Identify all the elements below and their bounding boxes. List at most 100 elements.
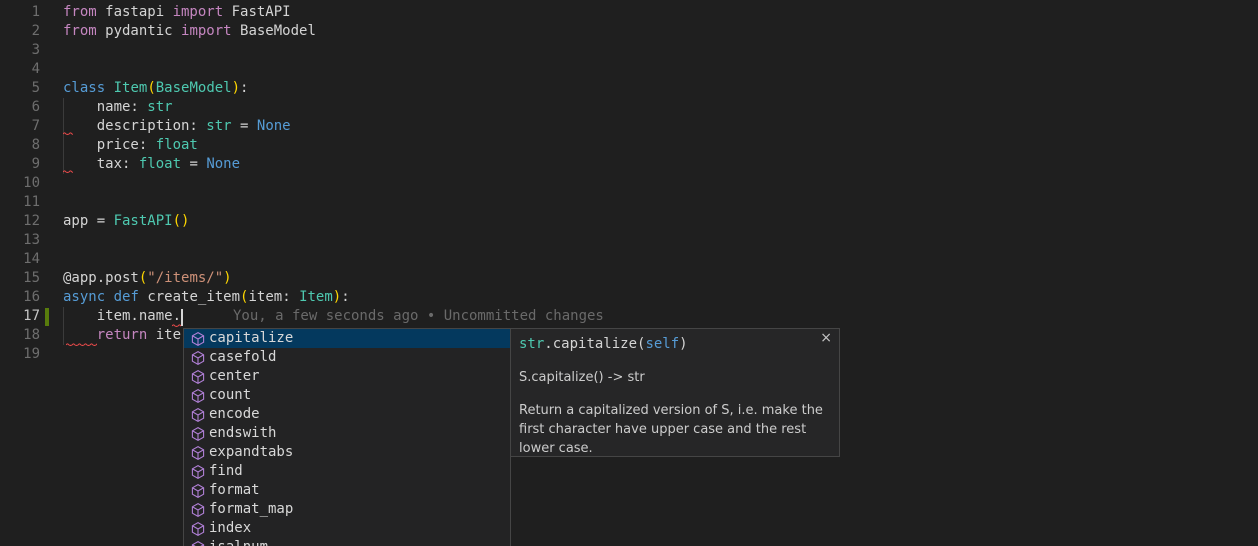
suggestion-item[interactable]: capitalize xyxy=(184,329,510,348)
code-line[interactable]: from pydantic import BaseModel xyxy=(63,22,350,41)
suggestion-item[interactable]: endswith xyxy=(184,424,510,443)
line-number: 15 xyxy=(0,269,40,288)
code-token: from xyxy=(63,23,97,39)
code-token: description: xyxy=(63,118,206,134)
code-token: import xyxy=(173,4,224,20)
suggestion-item[interactable]: find xyxy=(184,462,510,481)
method-icon xyxy=(190,540,206,546)
suggestion-item[interactable]: index xyxy=(184,519,510,538)
method-icon xyxy=(190,426,206,442)
suggestion-item[interactable]: format xyxy=(184,481,510,500)
suggestion-label: center xyxy=(209,367,260,386)
code-token: Item xyxy=(299,289,333,305)
code-token: create_item xyxy=(139,289,240,305)
code-token xyxy=(105,80,113,96)
method-icon xyxy=(190,502,206,518)
line-number: 3 xyxy=(0,41,40,60)
close-icon[interactable]: × xyxy=(820,331,832,345)
docs-description: Return a capitalized version of S, i.e. … xyxy=(519,401,835,457)
gutter[interactable]: 12345678910111213141516171819 xyxy=(0,3,40,364)
code-line[interactable]: async def create_item(item: Item): xyxy=(63,288,350,307)
method-icon xyxy=(190,483,206,499)
code-token: self xyxy=(645,336,679,352)
code-token: : xyxy=(240,80,248,96)
code-token: ( xyxy=(147,80,155,96)
code-token: str xyxy=(147,99,172,115)
code-token: None xyxy=(257,118,291,134)
suggestion-label: isalnum xyxy=(209,538,268,546)
code-line[interactable]: price: float xyxy=(63,136,350,155)
line-number: 18 xyxy=(0,326,40,345)
suggest-docs-panel: str.capitalize(self) S.capitalize() -> s… xyxy=(510,328,840,457)
line-number: 17 xyxy=(0,307,40,326)
code-line[interactable] xyxy=(63,193,350,212)
code-line[interactable]: @app.post("/items/") xyxy=(63,269,350,288)
line-number: 12 xyxy=(0,212,40,231)
code-token: FastAPI xyxy=(223,4,290,20)
code-token: ) xyxy=(223,270,231,286)
code-line[interactable]: app = FastAPI() xyxy=(63,212,350,231)
text-cursor xyxy=(181,309,183,326)
code-token: pydantic xyxy=(97,23,181,39)
method-icon xyxy=(190,445,206,461)
suggestion-item[interactable]: format_map xyxy=(184,500,510,519)
suggestion-item[interactable]: encode xyxy=(184,405,510,424)
code-token: tax: xyxy=(63,156,139,172)
code-line[interactable] xyxy=(63,231,350,250)
suggestion-item[interactable]: expandtabs xyxy=(184,443,510,462)
suggestion-list[interactable]: capitalizecasefoldcentercountencodeendsw… xyxy=(183,328,511,546)
method-icon xyxy=(190,407,206,423)
line-number: 7 xyxy=(0,117,40,136)
code-line[interactable]: class Item(BaseModel): xyxy=(63,79,350,98)
suggestion-label: encode xyxy=(209,405,260,424)
docs-summary: S.capitalize() -> str xyxy=(519,368,831,387)
error-squiggle xyxy=(63,169,73,175)
suggest-widget[interactable]: capitalizecasefoldcentercountencodeendsw… xyxy=(183,328,840,546)
line-number: 6 xyxy=(0,98,40,117)
code-line[interactable] xyxy=(63,250,350,269)
code-token: ) xyxy=(679,336,687,352)
code-token xyxy=(63,327,97,343)
code-token: Item xyxy=(114,80,148,96)
code-token: BaseModel xyxy=(156,80,232,96)
code-token: () xyxy=(173,213,190,229)
code-token: .capitalize( xyxy=(544,336,645,352)
code-token: @app.post xyxy=(63,270,139,286)
method-icon xyxy=(190,521,206,537)
code-token: async xyxy=(63,289,105,305)
code-token: ) xyxy=(232,80,240,96)
code-token: name: xyxy=(63,99,147,115)
code-line[interactable]: tax: float = None xyxy=(63,155,350,174)
code-token: item.name. xyxy=(63,308,181,324)
code-line[interactable] xyxy=(63,60,350,79)
code-line[interactable] xyxy=(63,174,350,193)
error-squiggle xyxy=(172,323,181,329)
code-token: class xyxy=(63,80,105,96)
code-line[interactable] xyxy=(63,41,350,60)
code-line[interactable]: description: str = None xyxy=(63,117,350,136)
code-line[interactable]: name: str xyxy=(63,98,350,117)
suggestion-item[interactable]: casefold xyxy=(184,348,510,367)
line-number: 11 xyxy=(0,193,40,212)
code-token: import xyxy=(181,23,232,39)
suggestion-label: format_map xyxy=(209,500,293,519)
suggestion-label: capitalize xyxy=(209,329,293,348)
suggestion-item[interactable]: count xyxy=(184,386,510,405)
method-icon xyxy=(190,369,206,385)
docs-signature: str.capitalize(self) xyxy=(519,335,831,354)
suggestion-label: index xyxy=(209,519,251,538)
code-token: "/items/" xyxy=(147,270,223,286)
line-number: 1 xyxy=(0,3,40,22)
code-token: BaseModel xyxy=(232,23,316,39)
code-token: = xyxy=(232,118,257,134)
code-editor[interactable]: 12345678910111213141516171819 from fasta… xyxy=(0,0,1258,546)
code-token: FastAPI xyxy=(114,213,173,229)
code-token: fastapi xyxy=(97,4,173,20)
line-number: 2 xyxy=(0,22,40,41)
suggestion-item[interactable]: isalnum xyxy=(184,538,510,546)
suggestion-label: count xyxy=(209,386,251,405)
code-token: float xyxy=(156,137,198,153)
suggestion-item[interactable]: center xyxy=(184,367,510,386)
line-number: 8 xyxy=(0,136,40,155)
code-line[interactable]: from fastapi import FastAPI xyxy=(63,3,350,22)
